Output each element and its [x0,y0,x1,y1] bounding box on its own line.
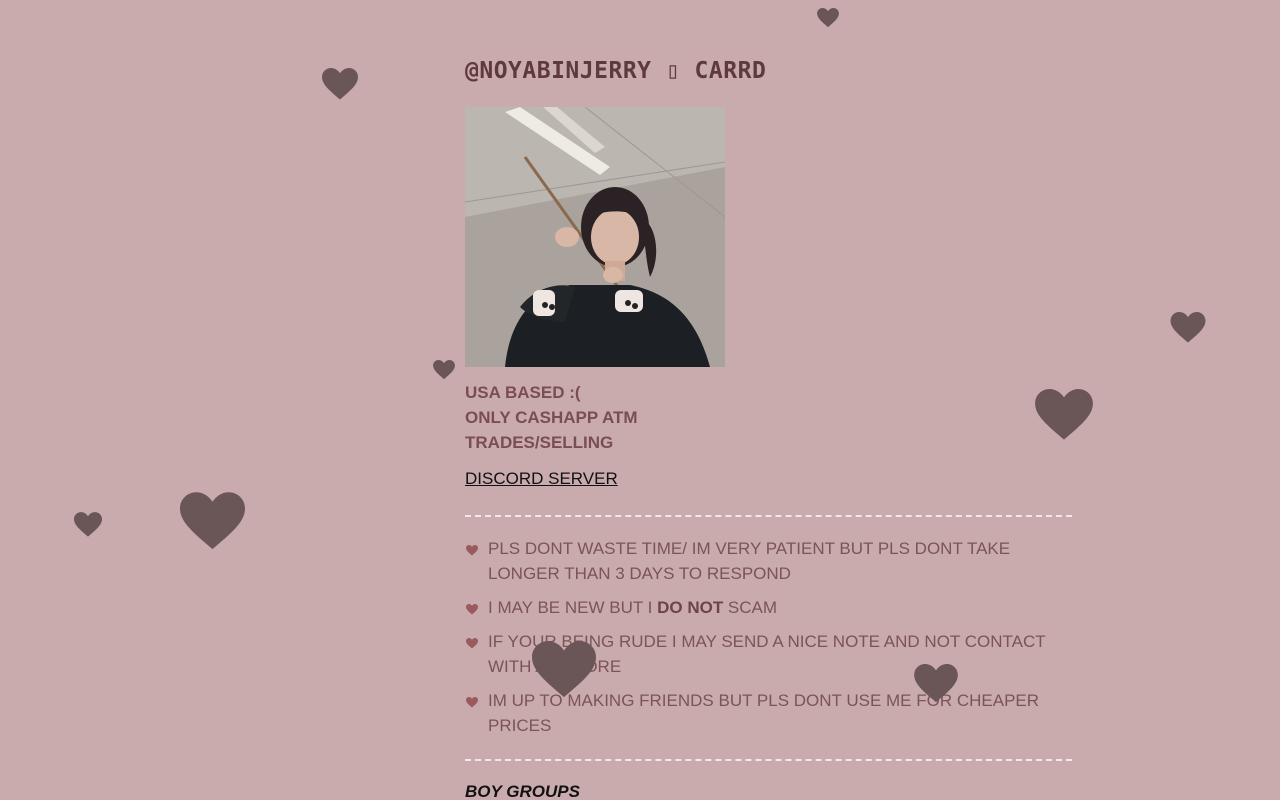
rule-text: PLS DONT WASTE TIME/ IM VERY PATIENT BUT… [488,539,1011,583]
page-title: @NOYABINJERRY ▯ CARRD [465,58,767,84]
info-trades: TRADES/SELLING [465,433,614,452]
list-item: IM UP TO MAKING FRIENDS BUT PLS DONT USE… [465,688,1072,738]
list-item: IF YOUR BEING RUDE I MAY SEND A NICE NOT… [465,629,1072,679]
heart-icon [1170,312,1206,344]
profile-photo-image [465,107,725,367]
divider-top [465,515,1072,517]
rule-emphasis: DO NOT [657,598,724,617]
list-item: I MAY BE NEW BUT I DO NOT SCAM [465,595,1072,620]
section-heading-boy-groups: BOY GROUPS [465,782,580,800]
heart-icon [466,638,478,649]
heart-icon [74,512,102,538]
rule-text: I MAY BE NEW BUT I [488,598,658,617]
info-block: USA BASED :( ONLY CASHAPP ATM TRADES/SEL… [465,380,638,455]
heart-icon [322,68,358,101]
divider-bottom [465,759,1072,761]
rule-text: IF YOUR BEING RUDE I MAY SEND A NICE NOT… [488,632,1046,676]
heart-icon [180,492,245,552]
discord-server-link[interactable]: DISCORD SERVER [465,469,618,489]
heart-icon [466,697,478,708]
heart-icon [433,360,455,380]
rule-text-end: SCAM [723,598,778,617]
rule-text: IM UP TO MAKING FRIENDS BUT PLS DONT USE… [488,691,1040,735]
info-payment: ONLY CASHAPP ATM [465,408,638,427]
list-item: PLS DONT WASTE TIME/ IM VERY PATIENT BUT… [465,536,1072,586]
rules-list: PLS DONT WASTE TIME/ IM VERY PATIENT BUT… [465,536,1072,747]
heart-icon [466,545,478,556]
heart-icon [466,604,478,615]
carrd-page: @NOYABINJERRY ▯ CARRD USA BASED:(ONLY … [465,0,1072,800]
profile-photo [465,107,725,367]
info-location: USA BASED :( [465,383,581,402]
